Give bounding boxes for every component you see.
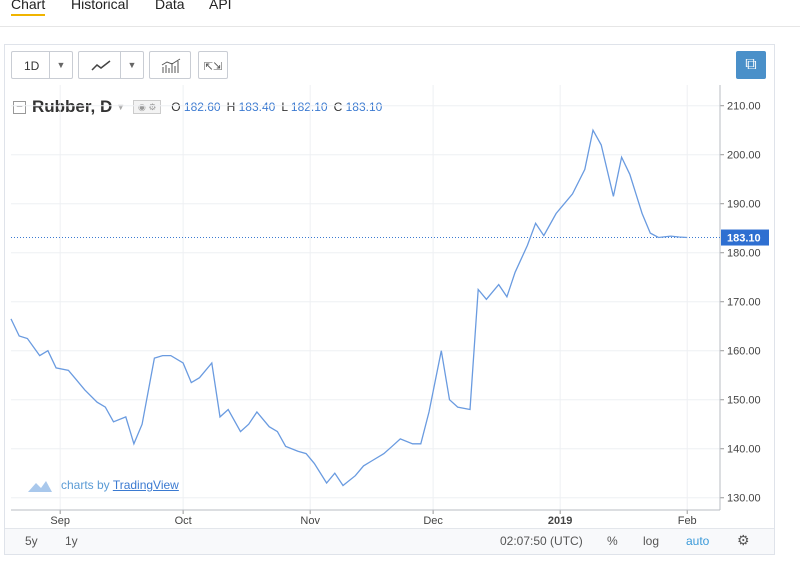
price-chart[interactable]: 130.00 140.00 150.00 160.00 170.00 180.00 190.… [5, 45, 774, 528]
log-toggle[interactable]: log [643, 534, 659, 548]
x-tick-label: Dec [423, 515, 443, 527]
y-tick-label: 170.00 [727, 297, 761, 309]
time-readout: 02:07:50 (UTC) [500, 534, 583, 548]
price-tag-label: 183.10 [727, 233, 761, 245]
tab-chart[interactable]: Chart [11, 0, 46, 16]
y-tick-label: 190.00 [727, 199, 761, 211]
percent-toggle[interactable]: % [607, 534, 618, 548]
auto-toggle[interactable]: auto [686, 534, 709, 548]
y-tick-label: 210.00 [727, 101, 761, 113]
tradingview-watermark[interactable]: charts by TradingView [27, 478, 179, 494]
chart-widget: 1D ▼ ▼ ⇱⇲ ⧉ –Rubber, D▼◉ ⚙O 182.60H 183.… [4, 44, 775, 555]
y-tick-label: 160.00 [727, 346, 761, 358]
y-tick-label: 140.00 [727, 444, 761, 456]
y-tick-label: 150.00 [727, 395, 761, 407]
gear-icon[interactable]: ⚙ [737, 532, 750, 549]
watermark-prefix: charts by [61, 478, 110, 493]
range-1y-button[interactable]: 1y [65, 534, 78, 548]
tab-data[interactable]: Data [155, 0, 185, 12]
tab-bar: Chart Historical Data API [0, 0, 800, 27]
bottom-toolbar: 5y 1y 02:07:50 (UTC) % log auto ⚙ [5, 528, 774, 554]
tab-historical[interactable]: Historical [71, 0, 129, 12]
price-series-line [10, 128, 688, 487]
x-tick-label: Feb [678, 515, 697, 527]
x-tick-label: Oct [175, 515, 192, 527]
watermark-link[interactable]: TradingView [113, 478, 179, 492]
x-tick-label: Nov [300, 515, 320, 527]
y-tick-label: 130.00 [727, 493, 761, 505]
x-tick-label: 2019 [548, 515, 572, 527]
tab-api[interactable]: API [209, 0, 232, 12]
y-tick-label: 180.00 [727, 248, 761, 260]
x-tick-label: Sep [50, 515, 70, 527]
tradingview-logo-icon [28, 481, 52, 492]
y-tick-label: 200.00 [727, 150, 761, 162]
range-5y-button[interactable]: 5y [25, 534, 38, 548]
